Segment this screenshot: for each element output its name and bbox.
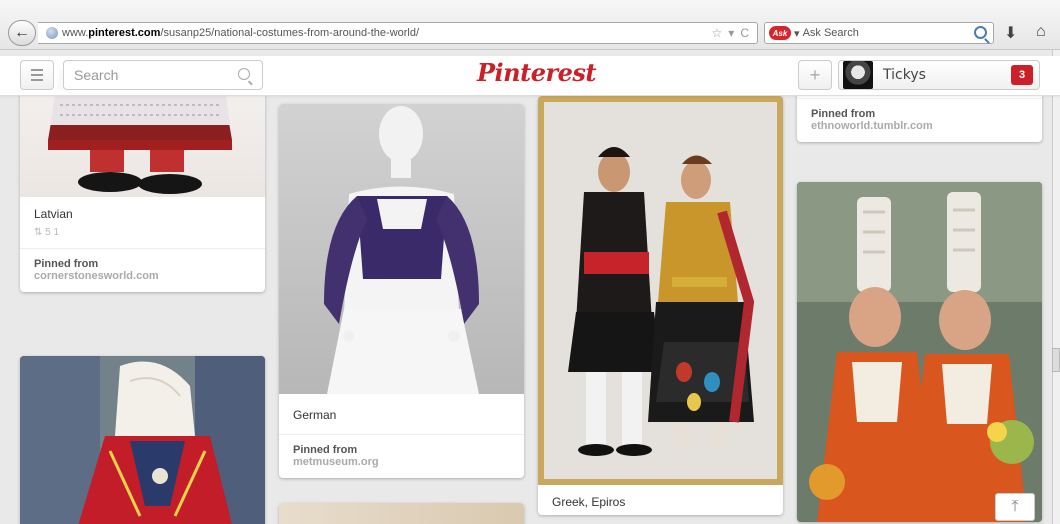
browser-toolbar: ← www. pinterest.com/susanp25/national-co… (0, 0, 1060, 50)
user-name: Tickys (883, 67, 926, 83)
download-icon[interactable]: ⬇ (1004, 23, 1017, 43)
pin-source-site[interactable]: metmuseum.org (293, 456, 510, 468)
search-icon[interactable] (974, 26, 987, 39)
pin-image[interactable] (538, 96, 783, 485)
pin-card[interactable]: Greek, Epiros (538, 96, 783, 515)
dropdown-icon[interactable]: ▾ (794, 27, 803, 40)
pinned-from-label: Pinned from (34, 258, 99, 270)
url-actions: ☆ ▾ C (712, 26, 749, 40)
back-arrow-icon: ← (14, 24, 30, 41)
pinterest-search-input[interactable]: Search (63, 60, 263, 90)
globe-icon (46, 27, 58, 39)
browser-search-placeholder: Ask Search (802, 27, 859, 39)
browser-search-bar[interactable]: Ask ▾ Ask Search (764, 22, 994, 44)
menu-button[interactable] (20, 60, 54, 90)
url-path: /susanp25/national-costumes-from-around-… (160, 27, 420, 39)
pin-card[interactable]: German Pinned from metmuseum.org (279, 104, 524, 478)
pin-image[interactable] (20, 356, 265, 524)
address-bar[interactable]: www. pinterest.com/susanp25/national-cost… (38, 22, 758, 44)
pin-card[interactable] (797, 182, 1042, 522)
pin-description: Greek, Epiros (552, 495, 626, 509)
back-button[interactable]: ← (8, 20, 36, 46)
pin-source[interactable]: Pinned from ethnoworld.tumblr.com (797, 98, 1042, 142)
scroll-to-top-button[interactable]: ⤒ (995, 493, 1035, 521)
pin-source-site[interactable]: cornerstonesworld.com (34, 270, 251, 282)
user-menu-button[interactable]: Tickys 3 (838, 60, 1040, 90)
repin-icon: ⇅ (34, 227, 43, 238)
add-pin-button[interactable]: + (798, 60, 832, 90)
pinned-from-label: Pinned from (293, 444, 358, 456)
pin-stats: ⇅ 5 1 (20, 227, 265, 248)
url-host: www. (62, 27, 89, 39)
pin-image[interactable] (279, 503, 524, 524)
pinterest-header: Search Pinterest + Tickys 3 (0, 56, 1060, 96)
home-icon[interactable]: ⌂ (1036, 23, 1046, 41)
scrollbar-thumb[interactable] (1052, 348, 1060, 372)
url-domain: pinterest.com (88, 27, 161, 39)
pin-source-site[interactable]: ethnoworld.tumblr.com (811, 120, 1028, 132)
scrollbar[interactable] (1052, 50, 1060, 524)
pinned-from-label: Pinned from (811, 108, 876, 120)
arrow-up-icon: ⤒ (1011, 498, 1019, 515)
pin-card[interactable]: Latvian ⇅ 5 1 Pinned from cornerstoneswo… (20, 70, 265, 292)
reload-icon[interactable]: C (740, 26, 749, 40)
pin-image[interactable] (797, 182, 1042, 522)
pin-description: German (293, 408, 337, 422)
bookmark-star-icon[interactable]: ☆ (712, 26, 723, 40)
search-placeholder: Search (74, 67, 119, 83)
avatar (843, 61, 873, 89)
pin-source[interactable]: Pinned from cornerstonesworld.com (20, 248, 265, 292)
notification-badge[interactable]: 3 (1011, 65, 1033, 85)
pin-image[interactable] (279, 104, 524, 394)
pin-description: Latvian (34, 207, 73, 221)
plus-icon: + (809, 64, 821, 85)
ask-logo: Ask (769, 26, 791, 40)
pin-stats-counts: 5 1 (45, 227, 60, 238)
pin-card[interactable] (20, 356, 265, 524)
pin-source[interactable]: Pinned from metmuseum.org (279, 434, 524, 478)
pinterest-logo[interactable]: Pinterest (477, 58, 596, 87)
search-icon[interactable] (238, 68, 250, 80)
pin-card[interactable] (279, 503, 524, 524)
dropdown-icon[interactable]: ▾ (728, 26, 734, 40)
